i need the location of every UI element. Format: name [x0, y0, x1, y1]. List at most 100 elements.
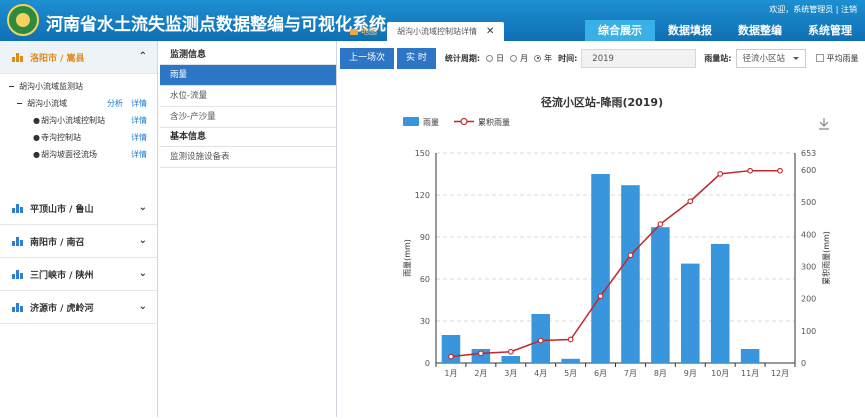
- detail-link[interactable]: 详情: [131, 132, 147, 143]
- tab-label: 地图: [361, 27, 377, 36]
- radio-day-label: 日: [496, 53, 505, 63]
- time-input[interactable]: 2019: [581, 48, 697, 68]
- tree-station[interactable]: ● 胡沟小流域控制站 详情: [0, 112, 157, 129]
- tab-strip: 地图 胡沟小流域控制站详情 ✕: [340, 22, 505, 41]
- menu-item-equipment[interactable]: 监测设施设备表: [160, 147, 336, 168]
- line-point: [747, 167, 753, 174]
- chart-area: 径流小区站-降雨(2019) 雨量 累积雨量 0 30 60 90 120 150 0 100 200…: [340, 70, 865, 417]
- menu-group-monitoring: 监测信息: [160, 46, 336, 65]
- bar: [710, 244, 730, 363]
- nav-data-entry[interactable]: 数据填报: [655, 20, 725, 41]
- y-axis-title: 雨量(mm): [403, 239, 412, 277]
- radio-year[interactable]: [534, 54, 542, 62]
- realtime-button[interactable]: 实 时: [397, 47, 436, 69]
- y2-tick-label: 200: [801, 295, 816, 304]
- bar-chart-icon: [12, 52, 24, 62]
- line-point: [717, 171, 724, 177]
- region-sanmenxia[interactable]: 三门峡市 / 陕州 ⌄: [0, 258, 157, 291]
- radio-month-label: 月: [520, 53, 529, 63]
- query-toolbar: 上一场次 实 时 统计周期: 日 月 年 时间: 2019 雨量站: 径流小区站…: [340, 47, 860, 69]
- chevron-up-icon[interactable]: ⌃: [139, 51, 147, 62]
- region-label: 济源市 / 虎岭河: [30, 303, 94, 314]
- x-tick-label: 2月: [474, 369, 487, 378]
- radio-year-label: 年: [544, 53, 553, 63]
- station-select[interactable]: 径流小区站: [735, 48, 806, 68]
- tab-station-detail[interactable]: 胡沟小流域控制站详情 ✕: [387, 22, 505, 41]
- menu-item-rainfall[interactable]: 雨量: [160, 65, 336, 86]
- minus-icon[interactable]: [17, 103, 22, 104]
- station-label: 胡沟坡面径流场: [40, 150, 97, 159]
- tab-map[interactable]: 地图: [340, 22, 387, 41]
- nav-system-admin[interactable]: 系统管理: [795, 20, 865, 41]
- analyze-link[interactable]: 分析: [107, 98, 123, 109]
- tree-root-label: 胡沟小流域监测站: [19, 82, 83, 91]
- x-tick-label: 9月: [684, 369, 697, 378]
- radio-day[interactable]: [486, 54, 494, 62]
- line-point: [567, 336, 574, 343]
- app-header: 河南省水土流失监测点数据整编与可视化系统 欢迎，系统管理员 | 注销 综合展示 …: [0, 0, 865, 41]
- tree-group[interactable]: 胡沟小流域 分析 详情: [0, 95, 157, 112]
- line-point: [448, 353, 454, 360]
- y-tick-label: 90: [420, 233, 430, 242]
- y-tick-label: 150: [415, 149, 430, 158]
- station-label: 胡沟小流域控制站: [40, 116, 105, 125]
- welcome-text[interactable]: 欢迎，系统管理员 | 注销: [769, 4, 857, 15]
- menu-group-basic: 基本信息: [160, 128, 336, 147]
- avg-rain-checkbox[interactable]: [815, 54, 824, 62]
- tab-label: 胡沟小流域控制站详情: [397, 27, 477, 36]
- bar: [621, 185, 640, 363]
- water-drop-icon: ●: [33, 133, 40, 142]
- cumulative-line: [450, 169, 781, 358]
- region-pingdingshan[interactable]: 平顶山市 / 鲁山 ⌄: [0, 192, 157, 225]
- detail-link[interactable]: 详情: [131, 98, 147, 109]
- radio-month[interactable]: [510, 54, 518, 62]
- region-label: 洛阳市 / 嵩县: [30, 53, 85, 64]
- y2-tick-label: 653: [801, 149, 816, 158]
- detail-menu: 监测信息 雨量 水位-流量 含沙-产沙量 基本信息 监测设施设备表: [160, 46, 336, 168]
- detail-link[interactable]: 详情: [131, 115, 147, 126]
- menu-item-water-level[interactable]: 水位-流量: [160, 86, 336, 107]
- chevron-down-icon[interactable]: ⌄: [139, 202, 147, 213]
- minus-icon[interactable]: [9, 86, 14, 87]
- y-tick-label: 30: [420, 317, 430, 326]
- tree-group-label: 胡沟小流域: [27, 99, 67, 108]
- x-tick-label: 6月: [594, 369, 607, 378]
- chevron-down-icon[interactable]: ⌄: [139, 235, 147, 246]
- menu-item-sediment[interactable]: 含沙-产沙量: [160, 107, 336, 128]
- water-drop-icon: ●: [33, 150, 40, 159]
- station-tree: 胡沟小流域监测站 胡沟小流域 分析 详情 ● 胡沟小流域控制站 详情 ● 寺沟控…: [0, 74, 157, 192]
- y2-tick-label: 500: [801, 198, 816, 207]
- bar: [561, 358, 580, 363]
- prev-event-button[interactable]: 上一场次: [340, 47, 395, 69]
- bar: [740, 349, 760, 363]
- folder-icon: [350, 28, 358, 35]
- y2-tick-label: 400: [801, 230, 816, 239]
- nav-data-compile[interactable]: 数据整编: [725, 20, 795, 41]
- chevron-down-icon[interactable]: ⌄: [139, 301, 147, 312]
- tree-root[interactable]: 胡沟小流域监测站: [0, 78, 157, 95]
- x-tick-label: 4月: [534, 369, 547, 378]
- divider: [336, 41, 337, 417]
- legend-label: 累积雨量: [478, 117, 510, 127]
- logo-icon: [7, 4, 39, 36]
- y-tick-label: 60: [420, 275, 430, 284]
- region-label: 三门峡市 / 陕州: [30, 270, 94, 281]
- region-luoyang[interactable]: 洛阳市 / 嵩县 ⌃: [0, 41, 157, 74]
- region-jiyuan[interactable]: 济源市 / 虎岭河 ⌄: [0, 291, 157, 324]
- close-icon[interactable]: ✕: [486, 22, 494, 41]
- detail-link[interactable]: 详情: [131, 149, 147, 160]
- region-label: 南阳市 / 南召: [30, 237, 85, 248]
- bar-chart-icon: [12, 269, 24, 279]
- tree-station[interactable]: ● 胡沟坡面径流场 详情: [0, 146, 157, 163]
- line-point: [777, 167, 783, 174]
- legend-bar-swatch: [403, 117, 419, 126]
- chevron-down-icon[interactable]: ⌄: [139, 268, 147, 279]
- period-label: 统计周期:: [444, 53, 481, 63]
- y2-axis-title: 累积雨量(mm): [821, 231, 831, 285]
- line-point: [537, 337, 544, 344]
- download-icon[interactable]: [819, 118, 829, 130]
- tree-station[interactable]: ● 寺沟控制站 详情: [0, 129, 157, 146]
- water-drop-icon: ●: [33, 116, 40, 125]
- region-nanyang[interactable]: 南阳市 / 南召 ⌄: [0, 225, 157, 258]
- nav-overview[interactable]: 综合展示: [585, 20, 655, 41]
